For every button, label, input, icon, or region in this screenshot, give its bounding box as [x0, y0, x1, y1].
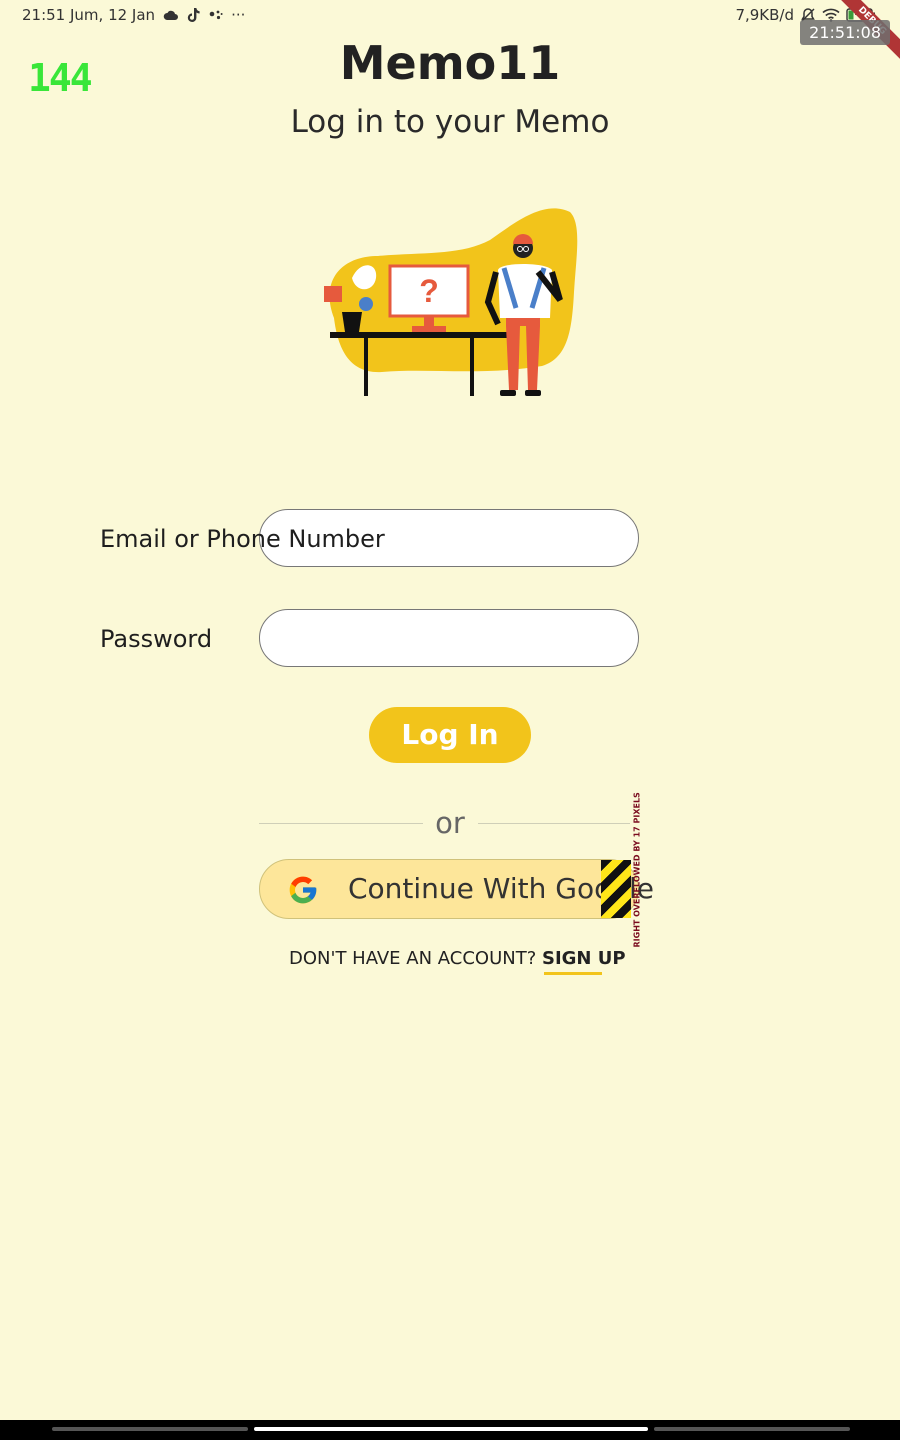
overflow-warning-text: RIGHT OVERFLOWED BY 17 PIXELS: [632, 792, 642, 948]
page-subtitle: Log in to your Memo: [290, 104, 610, 140]
google-icon: [287, 874, 319, 910]
monitor-question-mark: ?: [419, 273, 439, 309]
overflow-warning-stripes: [601, 860, 631, 918]
nav-handle-right: [654, 1427, 850, 1431]
password-label: Password: [100, 625, 213, 653]
nav-handle-left: [52, 1427, 248, 1431]
navigation-bar: [0, 1420, 900, 1440]
signup-prompt: DON'T HAVE AN ACCOUNT?: [289, 948, 537, 969]
status-bar: 21:51 Jum, 12 Jan ··· 7,9KB/d 14: [0, 0, 900, 30]
password-input[interactable]: [259, 609, 639, 667]
assistant-icon: [209, 9, 223, 21]
status-time-date: 21:51 Jum, 12 Jan: [22, 6, 156, 24]
login-button[interactable]: Log In: [369, 707, 531, 763]
app-title: Memo11: [339, 36, 561, 90]
login-illustration: ?: [320, 200, 590, 409]
email-label: Email or Phone Number: [100, 525, 385, 553]
clock-overlay: 21:51:08: [800, 20, 890, 45]
signup-underline: [544, 972, 602, 975]
signup-row: DON'T HAVE AN ACCOUNT? SIGN UP: [289, 948, 626, 969]
signup-link[interactable]: SIGN UP: [542, 948, 626, 969]
cloud-icon: [163, 9, 179, 21]
or-divider-text: or: [435, 806, 465, 840]
home-gesture-handle[interactable]: [254, 1427, 648, 1431]
network-speed: 7,9KB/d: [735, 6, 794, 24]
tiktok-icon: [187, 7, 201, 23]
status-left: 21:51 Jum, 12 Jan ···: [22, 6, 245, 24]
google-signin-button[interactable]: Continue With Google: [259, 859, 654, 919]
status-more-icon: ···: [231, 6, 246, 24]
